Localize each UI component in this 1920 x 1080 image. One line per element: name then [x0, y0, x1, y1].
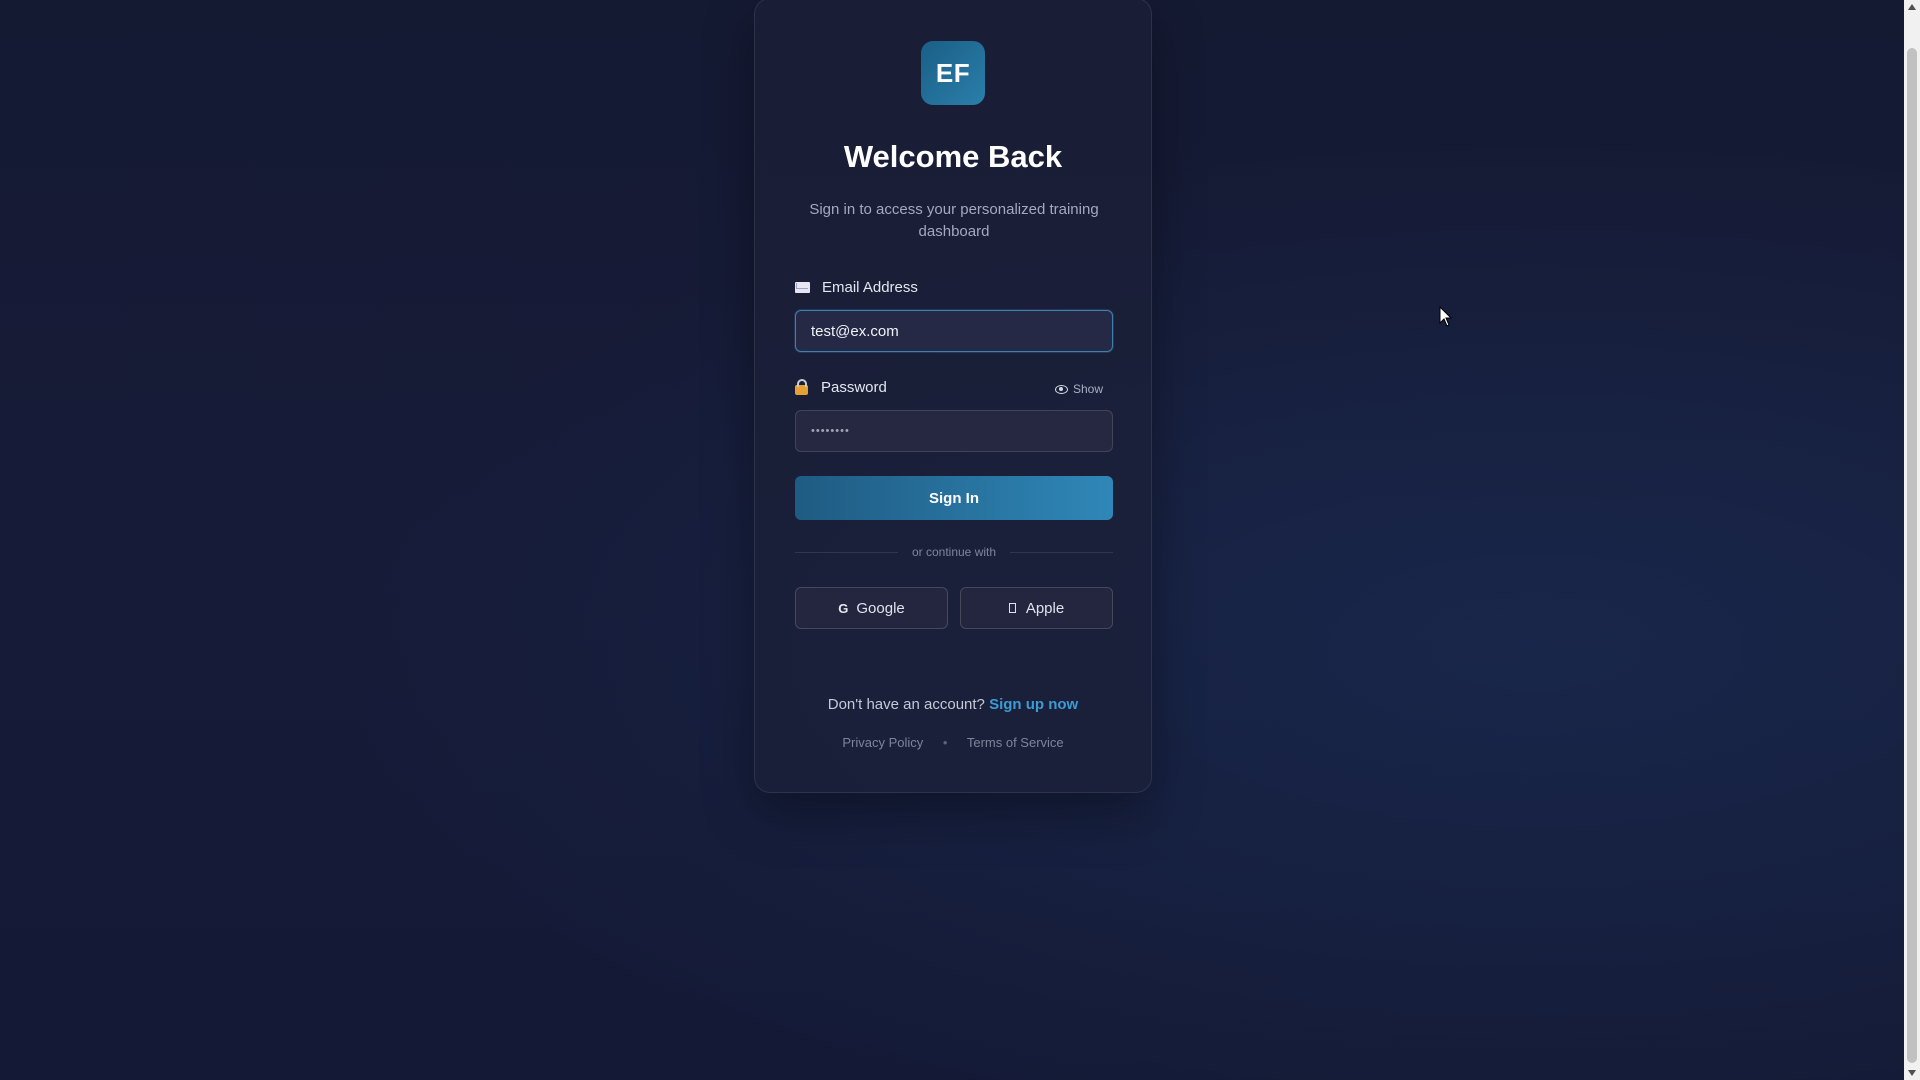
email-label: Email Address	[795, 279, 918, 296]
apple-signin-button[interactable]: Apple	[960, 587, 1113, 629]
google-button-label: Google	[856, 599, 905, 617]
email-field[interactable]: test@ex.com	[795, 310, 1113, 352]
email-label-text: Email Address	[822, 279, 918, 296]
brand-logo: EF	[921, 41, 985, 105]
password-label-text: Password	[821, 379, 887, 396]
scroll-up-arrow-icon[interactable]	[1908, 4, 1916, 10]
sign-in-button-label: Sign In	[929, 489, 979, 507]
footer-links: Privacy Policy • Terms of Service	[755, 735, 1151, 750]
lock-icon	[795, 379, 808, 395]
apple-icon	[1008, 603, 1016, 613]
page-viewport: EF Welcome Back Sign in to access your p…	[0, 0, 1904, 1080]
sign-in-button[interactable]: Sign In	[795, 476, 1113, 520]
signup-prompt: Don't have an account? Sign up now	[755, 696, 1151, 713]
footer-separator: •	[942, 735, 948, 750]
google-signin-button[interactable]: G Google	[795, 587, 948, 629]
password-field-value: ••••••••	[811, 425, 850, 437]
show-password-label: Show	[1072, 382, 1103, 396]
eye-icon	[1054, 384, 1068, 394]
apple-button-label: Apple	[1025, 599, 1065, 617]
privacy-policy-link[interactable]: Privacy Policy	[842, 735, 923, 750]
brand-logo-text: EF	[935, 57, 971, 88]
envelope-icon	[795, 282, 810, 293]
divider-line-left	[795, 551, 898, 553]
social-divider: or continue with	[795, 545, 1114, 559]
email-field-value: test@ex.com	[811, 322, 899, 340]
password-field[interactable]: ••••••••	[795, 410, 1113, 452]
page-subtitle: Sign in to access your personalized trai…	[809, 201, 1099, 240]
password-label: Password	[795, 379, 887, 396]
google-icon: G	[838, 600, 849, 616]
show-password-toggle[interactable]: Show	[1054, 382, 1103, 396]
scroll-thumb[interactable]	[1907, 48, 1917, 1063]
page-title: Welcome Back	[843, 139, 1063, 174]
signup-prompt-text: Don't have an account?	[827, 696, 985, 713]
divider-line-right	[1010, 551, 1114, 553]
login-card: EF Welcome Back Sign in to access your p…	[754, 0, 1152, 793]
signup-link[interactable]: Sign up now	[989, 696, 1078, 713]
terms-of-service-link[interactable]: Terms of Service	[967, 735, 1064, 750]
scroll-down-arrow-icon[interactable]	[1908, 1070, 1916, 1076]
vertical-scrollbar[interactable]	[1904, 0, 1920, 1080]
divider-text: or continue with	[911, 545, 997, 559]
